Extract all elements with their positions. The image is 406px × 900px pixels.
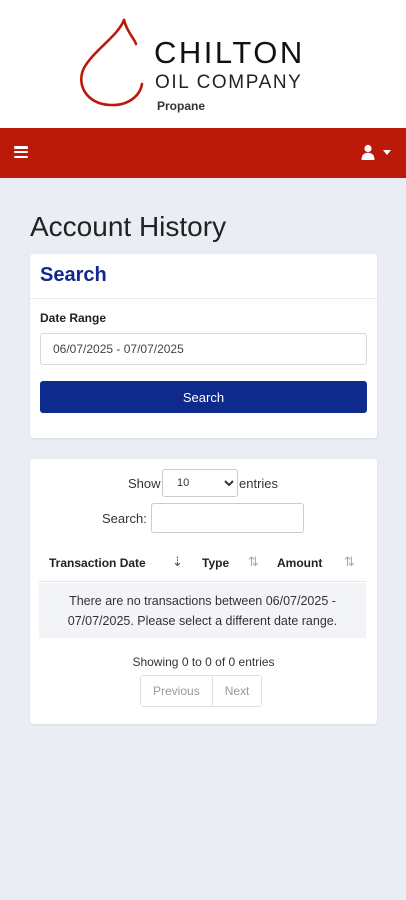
brand-subtitle: OIL COMPANY xyxy=(155,72,303,93)
column-transaction-date[interactable]: Transaction Date xyxy=(49,556,146,570)
page-size-select[interactable]: 10 xyxy=(162,469,238,497)
search-card-title: Search xyxy=(40,264,107,286)
table-header: Transaction Date ⇣ Type ⇅ Amount ⇅ xyxy=(39,544,366,582)
oil-drop-logo-icon xyxy=(79,18,144,107)
column-type[interactable]: Type xyxy=(202,556,229,570)
search-card-header: Search xyxy=(30,254,377,299)
pagination: Previous Next xyxy=(140,675,263,707)
sort-icon[interactable]: ⇅ xyxy=(248,554,259,570)
next-page-button[interactable]: Next xyxy=(211,676,262,706)
brand-tagline: Propane xyxy=(157,99,206,113)
table-info: Showing 0 to 0 of 0 entries xyxy=(132,655,275,669)
brand-header: CHILTON OIL COMPANY Propane xyxy=(0,0,406,128)
sort-desc-icon[interactable]: ⇣ xyxy=(172,554,183,570)
column-amount[interactable]: Amount xyxy=(277,556,322,570)
table-search-label: Search: xyxy=(102,511,147,526)
empty-table-message: There are no transactions between 06/07/… xyxy=(39,583,366,638)
sort-icon[interactable]: ⇅ xyxy=(344,554,355,570)
chevron-down-icon xyxy=(383,150,391,155)
show-label: Show xyxy=(128,476,161,491)
user-icon xyxy=(361,144,375,160)
top-navbar xyxy=(0,128,406,178)
transactions-card: Show 10 entries Search: Transaction Date… xyxy=(30,459,377,724)
user-menu-button[interactable] xyxy=(361,144,393,162)
hamburger-icon[interactable] xyxy=(14,146,28,158)
brand-name: CHILTON xyxy=(154,35,305,70)
date-range-label: Date Range xyxy=(40,311,107,325)
search-button[interactable]: Search xyxy=(40,381,367,413)
entries-label: entries xyxy=(239,476,279,491)
page-title: Account History xyxy=(30,211,227,242)
search-card: Search Date Range Search xyxy=(30,254,377,438)
date-range-input[interactable] xyxy=(40,333,367,365)
previous-page-button[interactable]: Previous xyxy=(141,676,212,706)
table-search-input[interactable] xyxy=(151,503,304,533)
